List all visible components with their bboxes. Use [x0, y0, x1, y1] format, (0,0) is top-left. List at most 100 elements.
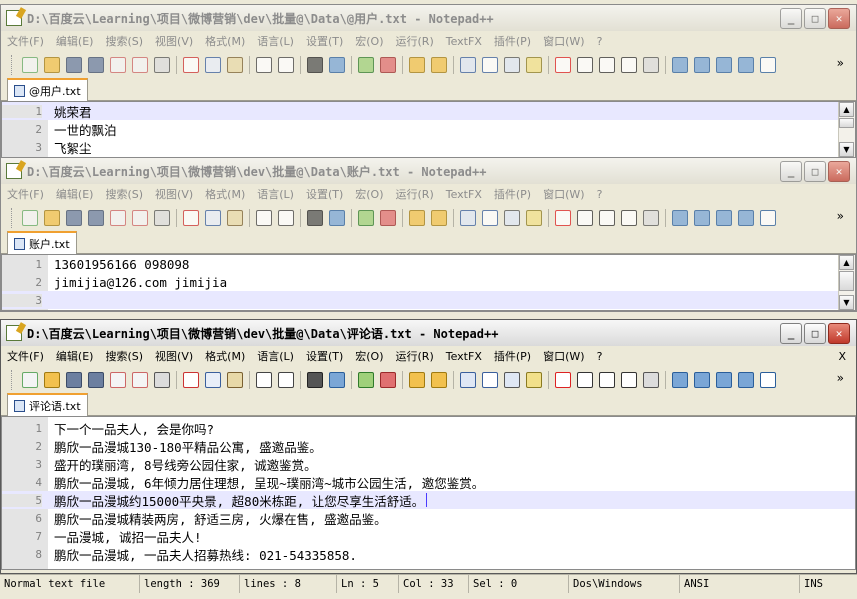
close-all-icon[interactable] [132, 371, 148, 388]
zoom-out-icon[interactable] [380, 56, 396, 73]
maximize-button[interactable]: □ [804, 323, 826, 344]
word-wrap-icon[interactable] [460, 56, 476, 73]
sync-v-icon[interactable] [409, 56, 425, 73]
arrow-down-icon[interactable] [716, 209, 732, 226]
zoom-in-icon[interactable] [358, 209, 374, 226]
vertical-scrollbar[interactable]: ▲ ▼ [838, 102, 855, 157]
editor-line[interactable]: 2 jimijia@126.com jimijia [2, 273, 855, 291]
menu-textfx[interactable]: TextFX [446, 350, 482, 363]
save-icon[interactable] [66, 209, 82, 226]
menu-help[interactable]: ? [597, 35, 603, 48]
expand-icon[interactable] [738, 209, 754, 226]
menu-edit[interactable]: 编辑(E) [56, 33, 94, 49]
window-user-list[interactable]: D:\百度云\Learning\项目\微博营销\dev\批量@\Data\@用户… [0, 4, 857, 158]
menu-language[interactable]: 语言(L) [257, 348, 294, 364]
run-macro-multi-icon[interactable] [621, 209, 637, 226]
collapse-icon[interactable] [672, 56, 688, 73]
menu-language[interactable]: 语言(L) [257, 186, 294, 202]
title-bar[interactable]: D:\百度云\Learning\项目\微博营销\dev\批量@\Data\账户.… [1, 158, 856, 184]
text-editor[interactable]: 1 13601956166 098098 2 jimijia@126.com jim… [1, 254, 856, 311]
zoom-in-icon[interactable] [358, 371, 374, 388]
arrow-up-icon[interactable] [694, 209, 710, 226]
menu-format[interactable]: 格式(M) [205, 33, 245, 49]
scroll-thumb[interactable] [839, 271, 854, 291]
text-editor[interactable]: 1 姚荣君 2 一世的飘泊 3 飞絮尘 ▲ ▼ [1, 101, 856, 157]
record-macro-icon[interactable] [555, 56, 571, 73]
sync-h-icon[interactable] [431, 56, 447, 73]
menu-macro[interactable]: 宏(O) [355, 33, 383, 49]
toolbar-grip[interactable] [11, 54, 15, 75]
play-macro-icon[interactable] [599, 209, 615, 226]
find-icon[interactable] [307, 371, 323, 388]
find-icon[interactable] [307, 209, 323, 226]
stop-macro-icon[interactable] [577, 371, 593, 388]
menu-file[interactable]: 文件(F) [7, 186, 44, 202]
editor-line[interactable]: 3 [2, 291, 855, 309]
close-button[interactable]: ✕ [828, 161, 850, 182]
undo-icon[interactable] [256, 209, 272, 226]
open-file-icon[interactable] [44, 371, 60, 388]
close-all-icon[interactable] [132, 56, 148, 73]
replace-icon[interactable] [329, 209, 345, 226]
title-bar[interactable]: D:\百度云\Learning\项目\微博营销\dev\批量@\Data\@用户… [1, 5, 856, 31]
menu-view[interactable]: 视图(V) [155, 186, 193, 202]
new-file-icon[interactable] [22, 56, 38, 73]
save-icon[interactable] [66, 371, 82, 388]
close-document-button[interactable]: X [838, 350, 846, 363]
editor-line[interactable]: 6 鹏欣一品漫城精装两房, 舒适三房, 火爆在售, 盛邀品鉴。 [2, 509, 855, 527]
sync-v-icon[interactable] [409, 371, 425, 388]
user-lang-icon[interactable] [526, 209, 542, 226]
tab-accounts-file[interactable]: 账户.txt [7, 231, 77, 254]
word-wrap-icon[interactable] [460, 371, 476, 388]
scroll-up-icon[interactable]: ▲ [839, 255, 854, 270]
new-file-icon[interactable] [22, 371, 38, 388]
toolbar-more-icon[interactable]: » [837, 371, 844, 385]
copy-icon[interactable] [205, 56, 221, 73]
cut-icon[interactable] [183, 209, 199, 226]
menu-plugins[interactable]: 插件(P) [494, 186, 531, 202]
toolbar-more-icon[interactable]: » [837, 209, 844, 223]
sync-v-icon[interactable] [409, 209, 425, 226]
close-button[interactable]: ✕ [828, 323, 850, 344]
scroll-thumb[interactable] [839, 118, 854, 128]
menu-language[interactable]: 语言(L) [257, 33, 294, 49]
print-icon[interactable] [154, 56, 170, 73]
maximize-button[interactable]: □ [804, 161, 826, 182]
collapse-icon[interactable] [672, 371, 688, 388]
indent-guide-icon[interactable] [504, 371, 520, 388]
tab-user-file[interactable]: @用户.txt [7, 78, 88, 101]
save-all-icon[interactable] [88, 209, 104, 226]
scroll-down-icon[interactable]: ▼ [839, 295, 854, 310]
replace-icon[interactable] [329, 371, 345, 388]
editor-line[interactable]: 8 鹏欣一品漫城, 一品夫人招募热线: 021-54335858. [2, 545, 855, 563]
stop-macro-icon[interactable] [577, 209, 593, 226]
menu-run[interactable]: 运行(R) [396, 348, 434, 364]
toolbar-grip[interactable] [11, 207, 15, 228]
menu-help[interactable]: ? [597, 350, 603, 363]
editor-line[interactable]: 1 13601956166 098098 [2, 255, 855, 273]
zoom-out-icon[interactable] [380, 371, 396, 388]
play-macro-icon[interactable] [599, 371, 615, 388]
menu-search[interactable]: 搜索(S) [105, 186, 143, 202]
show-all-chars-icon[interactable] [482, 56, 498, 73]
find-icon[interactable] [307, 56, 323, 73]
editor-line[interactable]: 3 盛开的璞丽湾, 8号线旁公园住家, 诚邀鉴赏。 [2, 455, 855, 473]
replace-icon[interactable] [329, 56, 345, 73]
editor-line[interactable]: 4 鹏欣一品漫城, 6年倾力居住理想, 呈现~璞丽湾~城市公园生活, 邀您鉴赏。 [2, 473, 855, 491]
show-all-chars-icon[interactable] [482, 371, 498, 388]
user-lang-icon[interactable] [526, 56, 542, 73]
toolbar-grip[interactable] [11, 369, 15, 390]
close-icon[interactable] [110, 56, 126, 73]
scroll-up-icon[interactable]: ▲ [839, 102, 854, 117]
copy-icon[interactable] [205, 209, 221, 226]
run-macro-multi-icon[interactable] [621, 56, 637, 73]
menu-textfx[interactable]: TextFX [446, 188, 482, 201]
tab-icon[interactable] [760, 56, 776, 73]
redo-icon[interactable] [278, 371, 294, 388]
menu-view[interactable]: 视图(V) [155, 33, 193, 49]
close-all-icon[interactable] [132, 209, 148, 226]
editor-line[interactable]: 1 下一个一品夫人, 会是你吗? [2, 419, 855, 437]
close-button[interactable]: ✕ [828, 8, 850, 29]
menu-window[interactable]: 窗口(W) [543, 33, 584, 49]
menu-macro[interactable]: 宏(O) [355, 186, 383, 202]
